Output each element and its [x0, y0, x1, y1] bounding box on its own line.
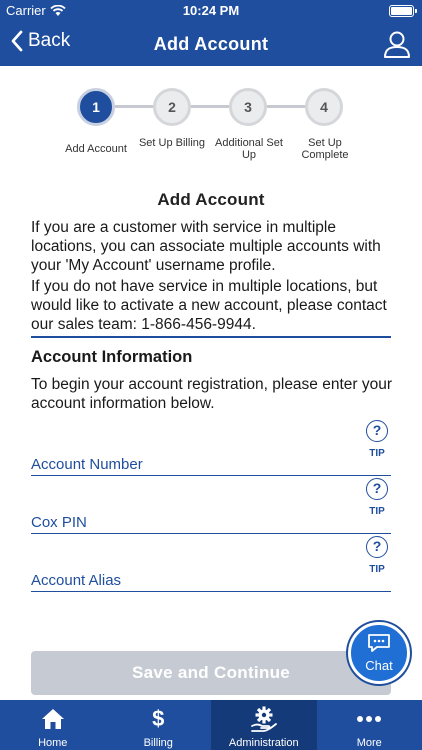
page-title: Add Account: [153, 34, 269, 54]
account-alias-tip-button[interactable]: ? TIP: [363, 536, 391, 575]
question-icon: ?: [366, 478, 388, 500]
intro-paragraph-2: If you do not have service in multiple l…: [31, 278, 387, 333]
more-dots-icon: [357, 716, 382, 722]
step-number: 1: [92, 99, 100, 115]
step-connector: [267, 105, 307, 108]
account-info-description: To begin your account registration, plea…: [31, 376, 393, 412]
tab-more[interactable]: More: [317, 700, 422, 750]
nav-bar: Back Add Account: [0, 22, 422, 66]
cox-pin-label: Cox PIN: [31, 514, 87, 531]
cox-pin-tip-button[interactable]: ? TIP: [363, 478, 391, 517]
step-1-circle: 1: [77, 88, 115, 126]
chat-label: Chat: [365, 658, 393, 673]
step-connector: [191, 105, 231, 108]
tip-label: TIP: [369, 448, 385, 459]
save-and-continue-button[interactable]: Save and Continue: [31, 651, 391, 695]
chat-button[interactable]: Chat: [348, 622, 410, 684]
step-2-circle: 2: [153, 88, 191, 126]
tip-label: TIP: [369, 506, 385, 517]
step-connector: [115, 105, 155, 108]
status-bar: Carrier 10:24 PM: [0, 0, 422, 22]
tip-label: TIP: [369, 564, 385, 575]
cox-pin-field[interactable]: Cox PIN ? TIP: [31, 478, 391, 534]
chat-bubble-icon: [368, 634, 390, 652]
section-heading: Add Account: [157, 190, 265, 209]
tab-home-label: Home: [38, 737, 68, 749]
step-3-circle: 3: [229, 88, 267, 126]
account-alias-field[interactable]: Account Alias ? TIP: [31, 536, 391, 592]
profile-icon[interactable]: [382, 29, 412, 59]
account-number-tip-button[interactable]: ? TIP: [363, 420, 391, 459]
step-2-label: Set Up Billing: [138, 137, 206, 149]
step-number: 4: [320, 99, 328, 115]
clock: 10:24 PM: [182, 3, 240, 18]
step-4-circle: 4: [305, 88, 343, 126]
dollar-icon: $: [152, 706, 165, 731]
progress-stepper: 1 2 3 4 Add Account Set Up Billing Addit…: [0, 88, 422, 168]
step-number: 3: [244, 99, 252, 115]
account-number-label: Account Number: [31, 456, 143, 473]
tab-billing-label: Billing: [143, 737, 173, 749]
tab-administration[interactable]: Administration: [211, 700, 317, 750]
tab-administration-label: Administration: [228, 737, 299, 749]
tab-more-label: More: [356, 737, 382, 749]
tab-bar: Home $ Billing Administration More: [0, 700, 422, 750]
account-info-title: Account Information: [31, 348, 193, 366]
step-1-label: Add Account: [65, 143, 127, 155]
divider: [31, 336, 391, 338]
tab-billing[interactable]: $ Billing: [106, 700, 212, 750]
step-number: 2: [168, 99, 176, 115]
question-icon: ?: [366, 420, 388, 442]
step-4-label: Set Up Complete: [301, 137, 349, 161]
tab-home[interactable]: Home: [0, 700, 106, 750]
step-3-label: Additional Set Up: [215, 137, 283, 161]
gear-hand-icon: [250, 706, 277, 732]
intro-paragraph-1: If you are a customer with service in mu…: [31, 219, 381, 274]
question-icon: ?: [366, 536, 388, 558]
account-alias-label: Account Alias: [31, 572, 122, 589]
battery-icon: [389, 5, 417, 17]
account-number-field[interactable]: Account Number ? TIP: [31, 420, 391, 476]
home-icon: [41, 709, 64, 729]
